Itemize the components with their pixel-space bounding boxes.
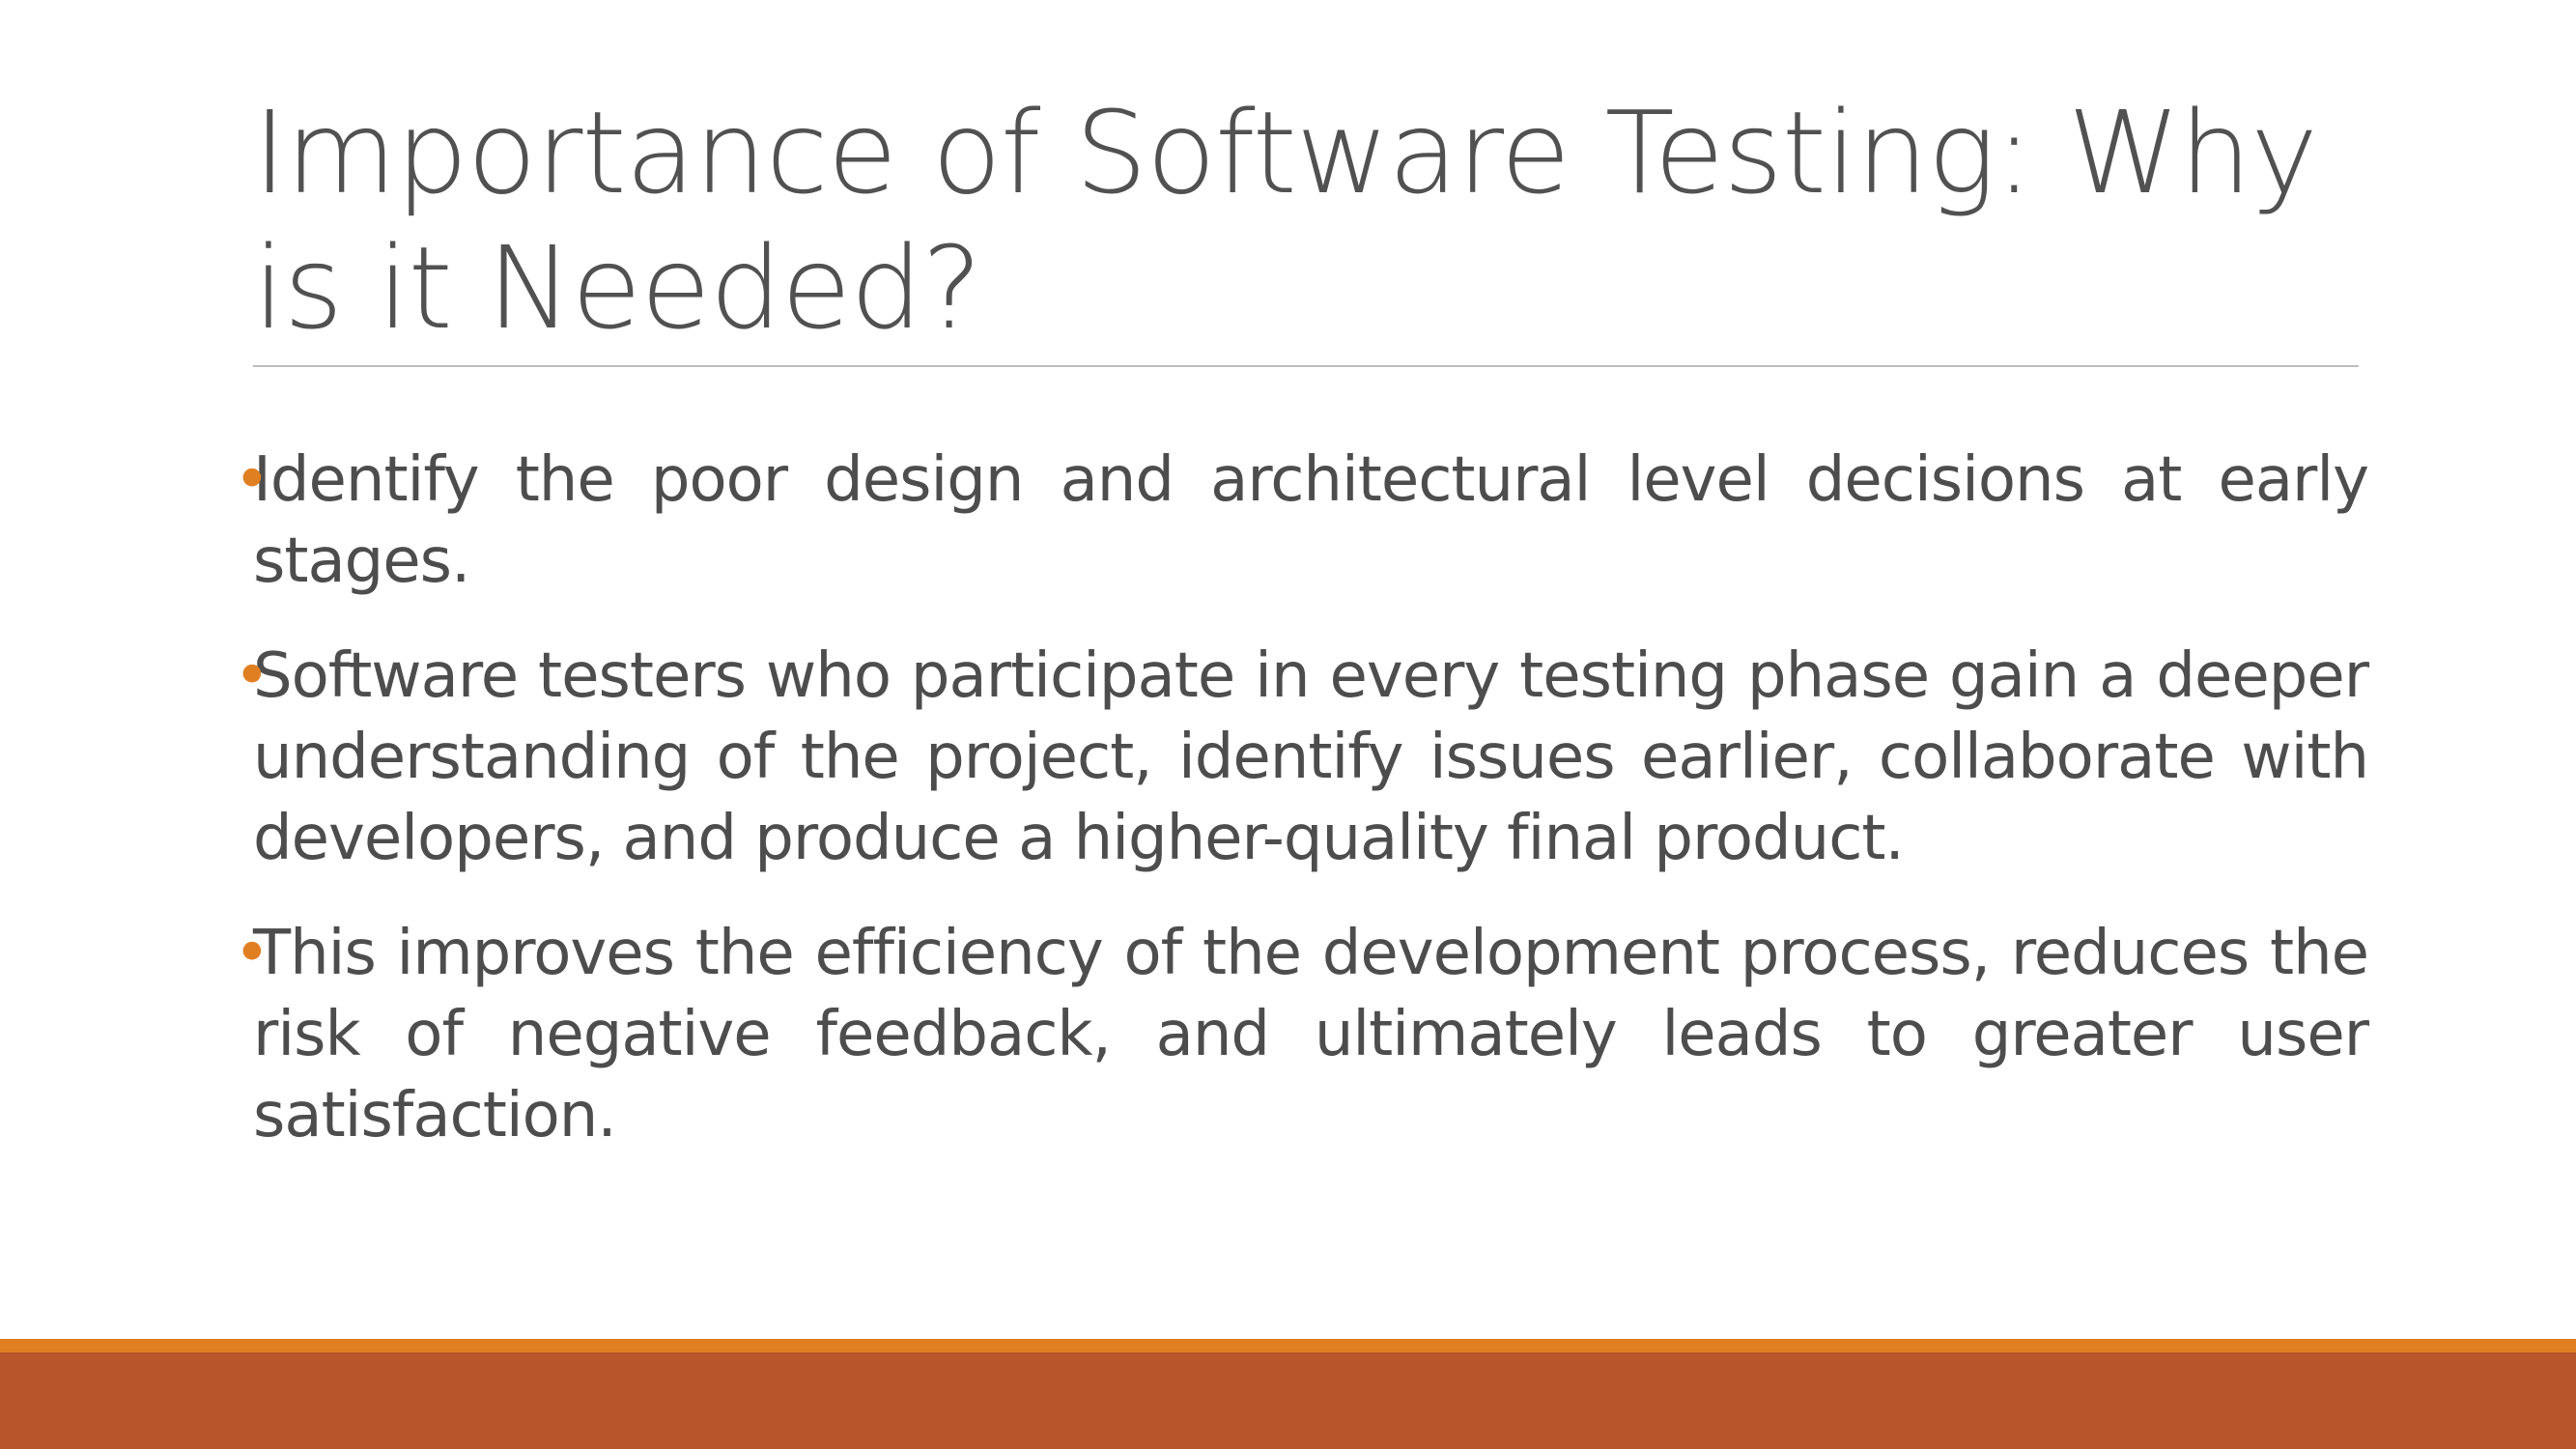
slide: Importance of Software Testing: Why is i… — [0, 0, 2576, 1449]
title-divider — [253, 365, 2359, 367]
footer-accent-stripe — [0, 1339, 2576, 1352]
bullet-text: This improves the efficiency of the deve… — [253, 918, 2369, 1151]
slide-title: Importance of Software Testing: Why is i… — [253, 86, 2318, 355]
footer-band — [0, 1352, 2576, 1449]
bullet-list: • Identify the poor design and architect… — [234, 440, 2369, 1190]
bullet-text: Identify the poor design and architectur… — [253, 444, 2369, 597]
bullet-item: • This improves the efficiency of the de… — [234, 913, 2369, 1156]
bullet-item: • Software testers who participate in ev… — [234, 636, 2369, 879]
bullet-text: Software testers who participate in ever… — [253, 640, 2369, 874]
bullet-dot-icon: • — [234, 918, 270, 989]
bullet-item: • Identify the poor design and architect… — [234, 440, 2369, 602]
bullet-dot-icon: • — [234, 444, 270, 516]
bullet-dot-icon: • — [234, 640, 270, 712]
